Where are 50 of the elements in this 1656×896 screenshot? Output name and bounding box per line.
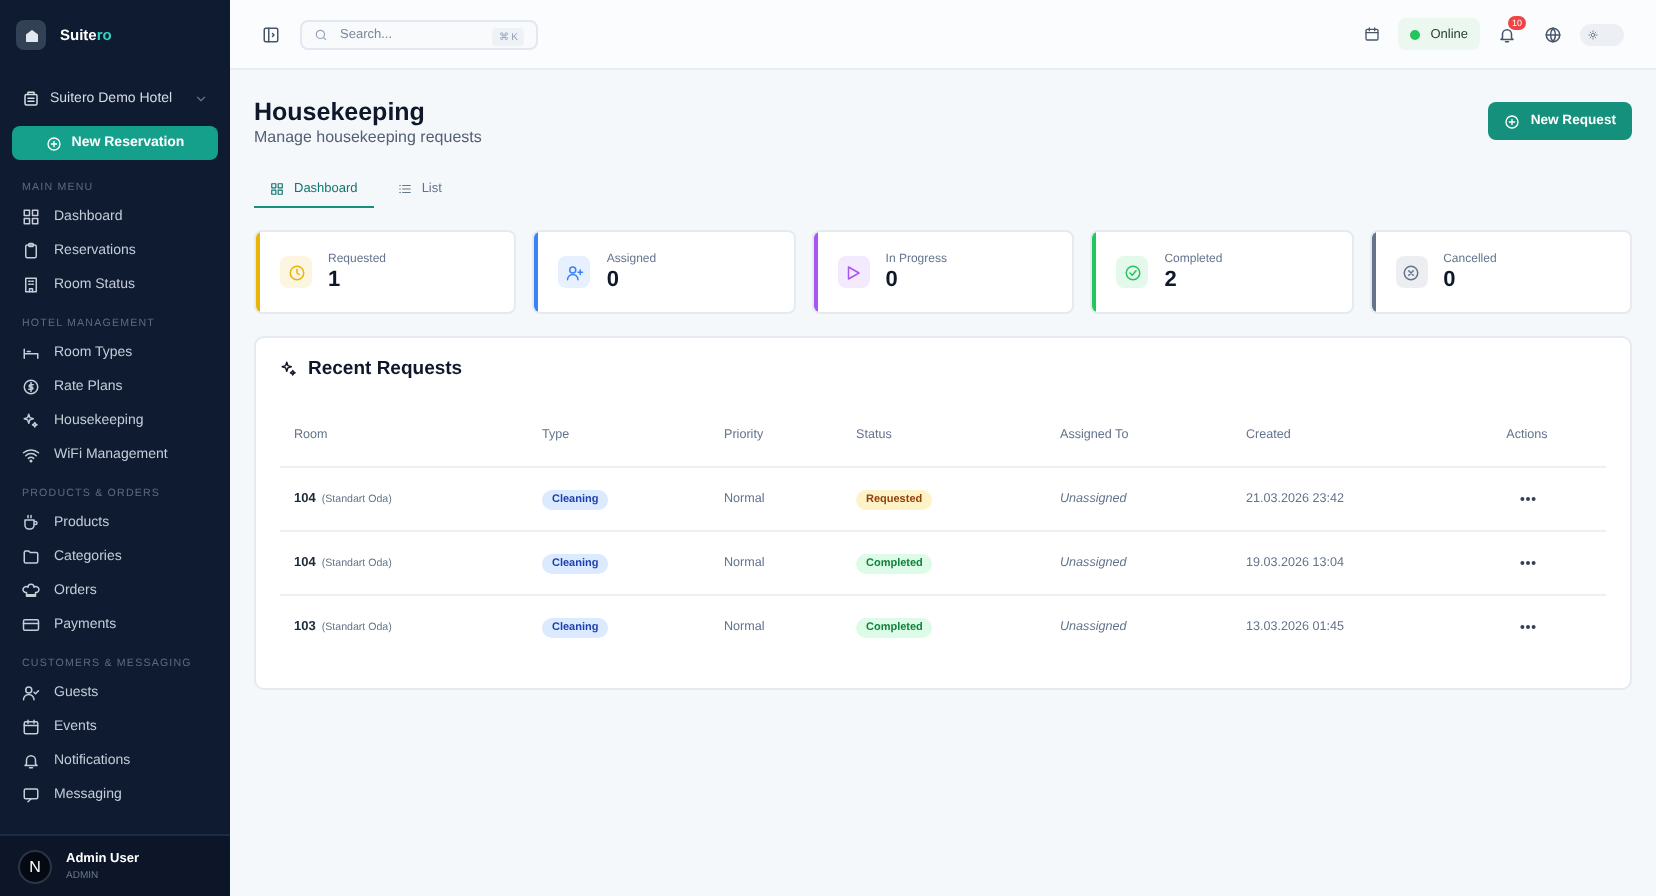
card-title: Recent Requests bbox=[308, 358, 463, 380]
sparkle-icon bbox=[280, 360, 298, 378]
sidebar-toggle-button[interactable] bbox=[262, 25, 280, 43]
chef-hat-icon bbox=[22, 582, 40, 600]
house-icon bbox=[23, 27, 39, 43]
more-icon[interactable] bbox=[1519, 560, 1535, 566]
globe-icon bbox=[1544, 25, 1562, 43]
card-icon bbox=[22, 616, 40, 634]
stat-value: 2 bbox=[1164, 267, 1179, 291]
sparkle-icon bbox=[22, 412, 40, 430]
play-icon bbox=[844, 263, 863, 281]
folder-icon bbox=[22, 548, 40, 566]
building-icon bbox=[22, 276, 40, 294]
plus-circle-icon bbox=[1504, 113, 1521, 129]
stat-value: 1 bbox=[328, 267, 343, 291]
message-icon bbox=[22, 786, 40, 804]
theme-toggle[interactable] bbox=[1580, 23, 1624, 45]
clock-icon bbox=[287, 263, 305, 281]
wifi-icon bbox=[22, 446, 40, 464]
list-icon bbox=[397, 181, 412, 195]
page-subtitle: Manage housekeeping requests bbox=[254, 128, 482, 146]
plus-circle-icon bbox=[45, 135, 62, 151]
sun-icon bbox=[1588, 29, 1598, 39]
more-icon[interactable] bbox=[1519, 624, 1535, 630]
clipboard-icon bbox=[22, 242, 40, 260]
cup-icon bbox=[22, 514, 40, 532]
chevron-down-icon bbox=[194, 92, 208, 106]
stat-value: 0 bbox=[885, 267, 900, 291]
user-plus-icon bbox=[565, 263, 584, 281]
calendar-icon bbox=[22, 718, 40, 736]
bell-icon bbox=[1498, 25, 1516, 43]
grid-icon bbox=[22, 208, 40, 226]
bell-icon bbox=[22, 752, 40, 770]
user-check-icon bbox=[22, 684, 40, 702]
stat-value: 0 bbox=[1443, 267, 1458, 291]
user-avatar: N bbox=[18, 849, 52, 883]
calendar-button[interactable] bbox=[1364, 26, 1381, 42]
bed-icon bbox=[22, 344, 40, 362]
page-title: Housekeeping bbox=[254, 98, 427, 126]
stat-value: 0 bbox=[606, 267, 622, 291]
dollar-icon bbox=[22, 378, 40, 396]
x-circle-icon bbox=[1402, 263, 1421, 281]
search-icon bbox=[314, 27, 328, 41]
language-button[interactable] bbox=[1544, 25, 1562, 43]
calendar-icon bbox=[1364, 26, 1381, 42]
briefcase-icon bbox=[22, 90, 40, 108]
more-icon[interactable] bbox=[1519, 496, 1535, 502]
check-circle-icon bbox=[1123, 263, 1142, 281]
sidebar-toggle-icon bbox=[262, 25, 280, 43]
grid-icon bbox=[270, 181, 284, 195]
